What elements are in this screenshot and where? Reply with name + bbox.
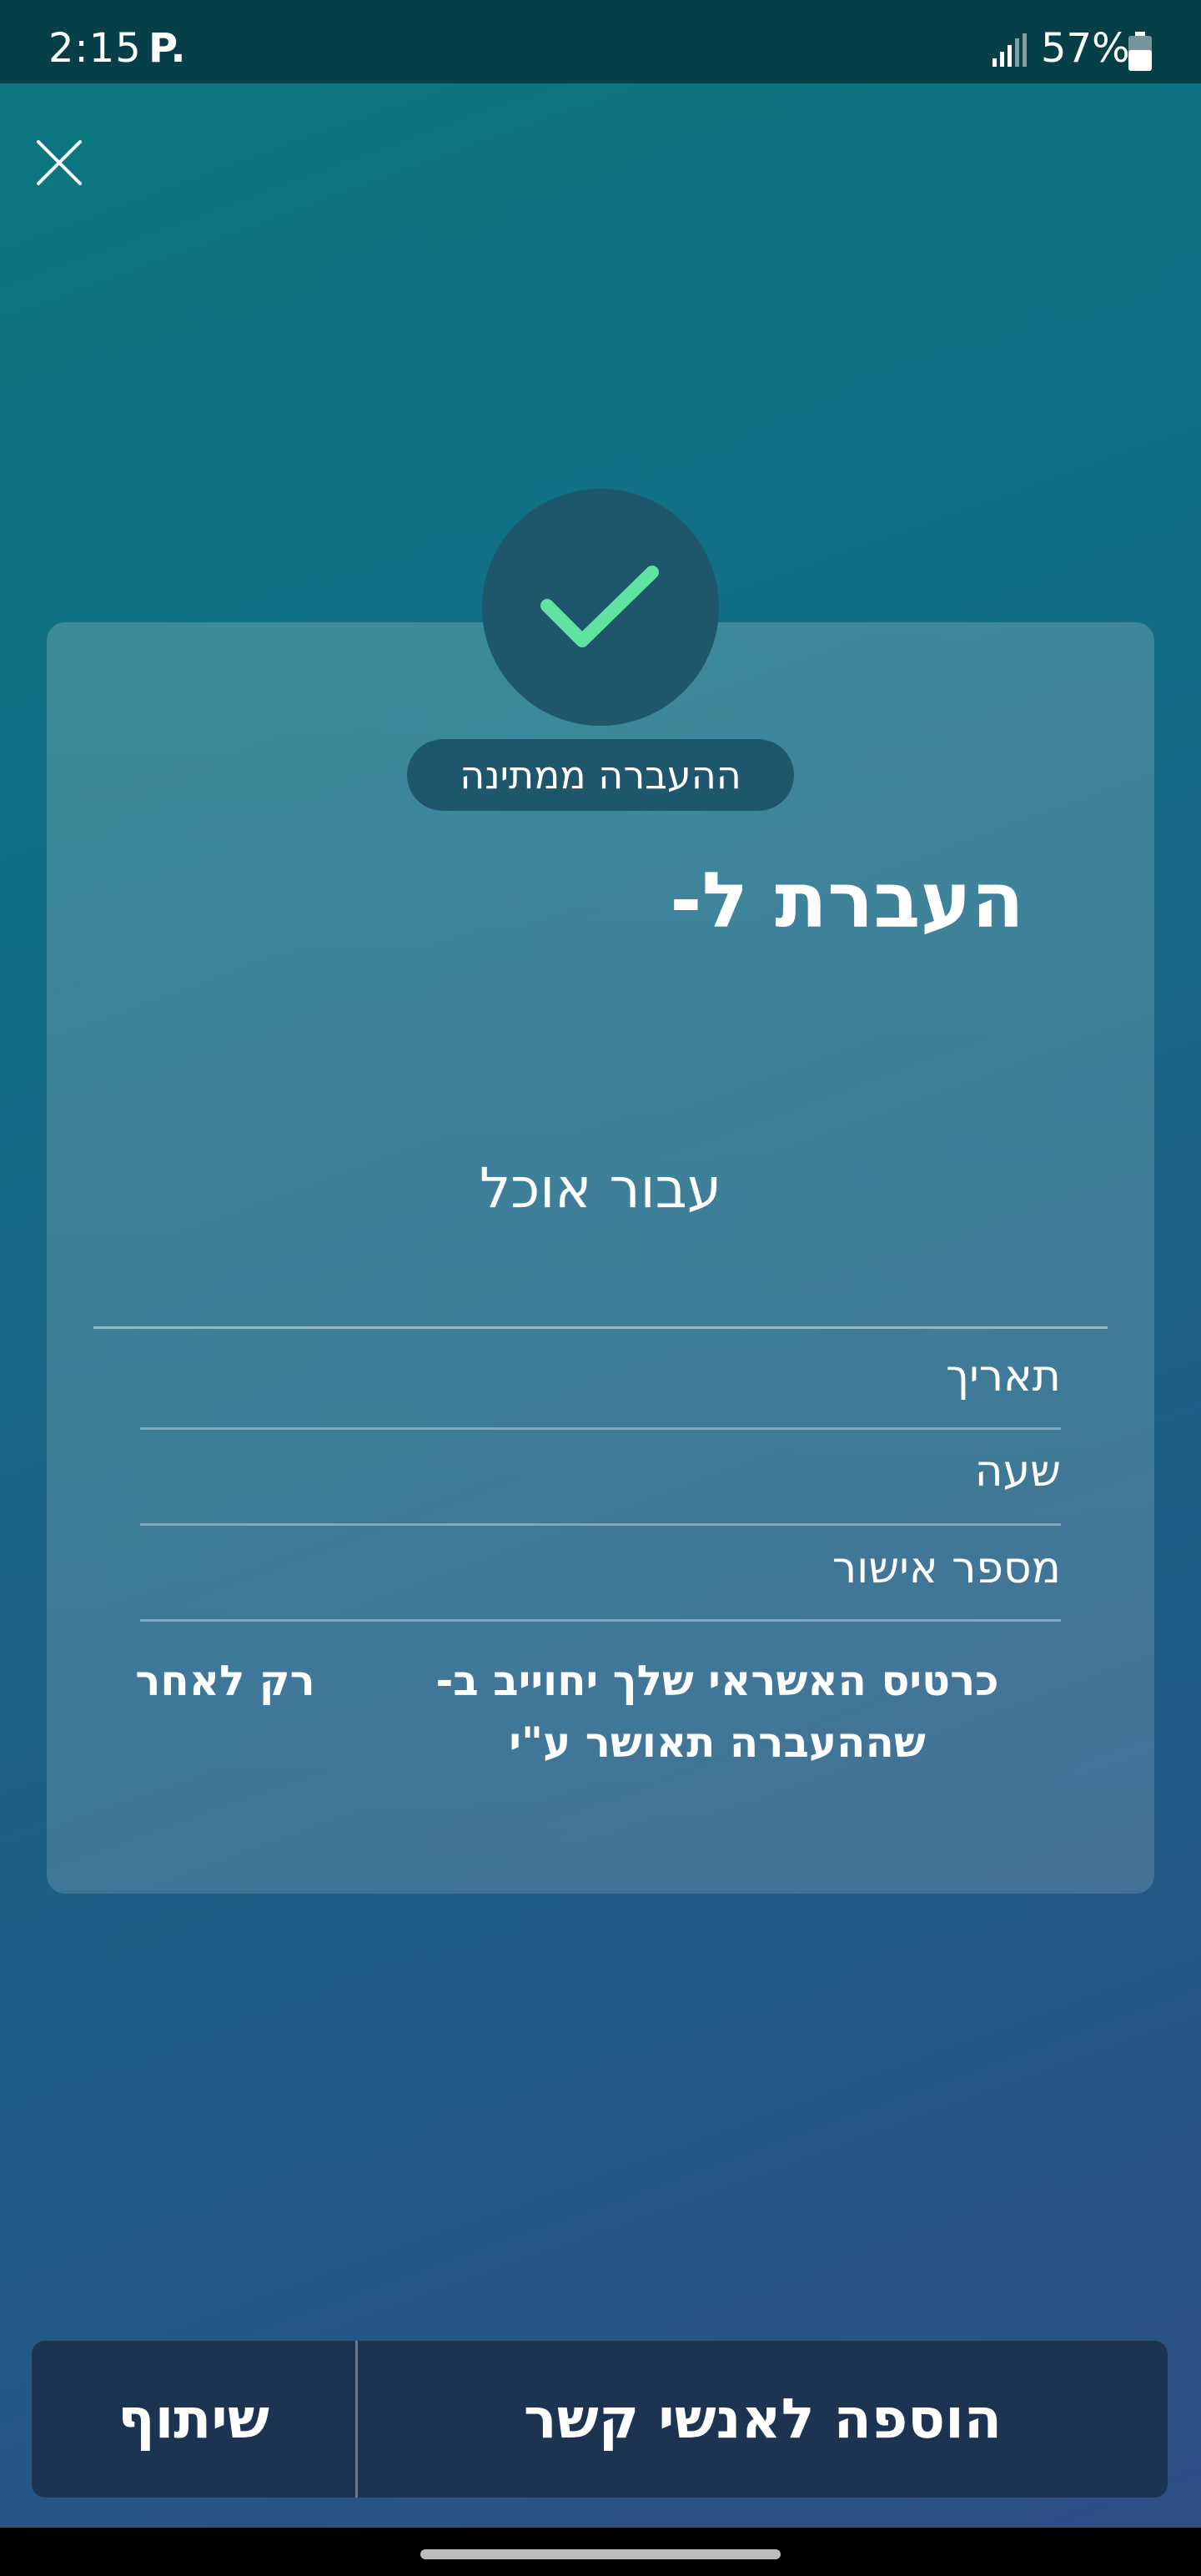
detail-row-time: שעה — [974, 1446, 1061, 1497]
status-time: 2:15 — [48, 25, 142, 72]
success-circle — [482, 489, 719, 726]
detail-row-approval-number: מספר אישור — [832, 1543, 1061, 1593]
share-button[interactable]: שיתוף — [32, 2341, 358, 2498]
charge-note: כרטיס האשראי שלך יחוייב ב- שההעברה תאושר… — [435, 1657, 999, 1767]
status-bar: 2:15 P. 57% — [0, 0, 1201, 83]
divider — [140, 1619, 1061, 1622]
home-indicator[interactable] — [420, 2549, 781, 2559]
navigation-bar — [0, 2528, 1201, 2576]
transfer-purpose: עבור אוכל — [479, 1156, 722, 1220]
battery-percent: 57% — [1041, 25, 1130, 72]
detail-row-date: תאריך — [946, 1351, 1061, 1401]
divider — [93, 1326, 1108, 1329]
divider — [140, 1523, 1061, 1526]
check-icon — [540, 566, 659, 647]
divider — [140, 1427, 1061, 1430]
close-icon[interactable] — [35, 138, 83, 187]
notification-icon: P. — [148, 25, 186, 72]
action-bar: שיתוף הוספה לאנשי קשר — [32, 2341, 1168, 2498]
signal-icon — [992, 33, 1027, 67]
add-to-contacts-button[interactable]: הוספה לאנשי קשר — [358, 2341, 1168, 2498]
charge-note-side: רק לאחר — [135, 1657, 315, 1705]
status-badge: ההעברה ממתינה — [407, 739, 794, 811]
battery-icon — [1128, 32, 1152, 71]
transfer-title: העברת ל- — [670, 856, 1024, 945]
